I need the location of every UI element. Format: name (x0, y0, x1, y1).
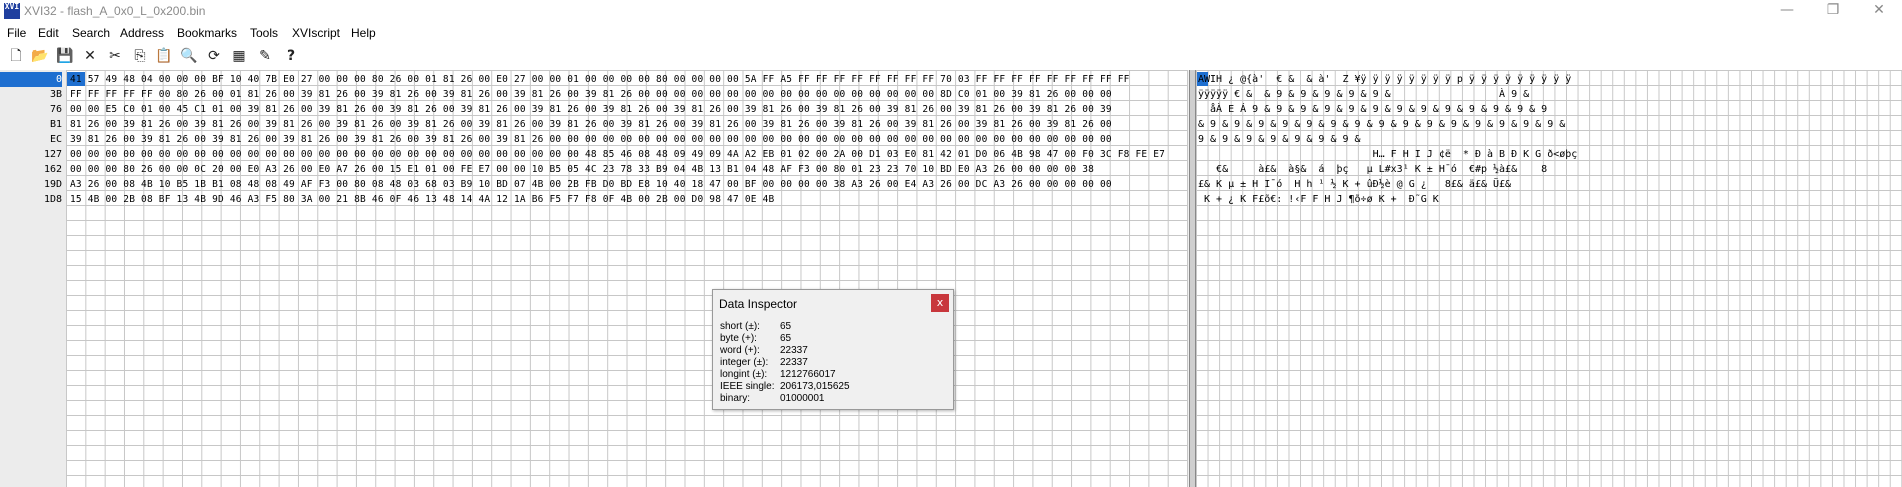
inspector-value[interactable]: 22337 (780, 357, 808, 369)
inspector-value[interactable]: 65 (780, 333, 791, 345)
text-row[interactable]: H… F H I J ¢ë * Ð à B Ð K G ð<øþç (1198, 147, 1902, 162)
menu-bookmarks[interactable]: Bookmarks (177, 26, 237, 40)
delete-icon[interactable]: ✕ (81, 47, 99, 65)
new-file-icon[interactable]: 🗋 (7, 47, 25, 65)
bookmark-icon[interactable]: ▦ (230, 47, 248, 65)
address-label: 1D8 (43, 194, 62, 205)
data-inspector-dialog: Data Inspector x short (±): 65 byte (+):… (712, 289, 954, 410)
inspector-label: longint (±): (720, 369, 768, 380)
text-row[interactable]: AWIH ¿ @{à' € & & à' Z ¥ÿ ÿ ÿ ÿ ÿ ÿ ÿ ÿ … (1198, 72, 1902, 87)
find-icon[interactable]: 🔍 (180, 47, 198, 65)
menu-search[interactable]: Search (72, 26, 110, 40)
app-icon: XVI (4, 3, 20, 19)
hex-row[interactable]: 00 00 E5 C0 01 00 45 C1 01 00 39 81 26 0… (70, 102, 1112, 117)
address-label: 0 (0, 72, 62, 87)
inspector-label: binary: (720, 393, 751, 404)
text-row[interactable]: & 9 & 9 & 9 & 9 & 9 & 9 & 9 & 9 & 9 & 9 … (1198, 117, 1902, 132)
find-replace-icon[interactable]: ⟳ (205, 47, 223, 65)
text-row[interactable]: €& à£& à§& á þç µ L#x3¹ K ± H¯ó €#p ½à£&… (1198, 162, 1902, 177)
dialog-title: Data Inspector (719, 297, 798, 311)
hex-row[interactable]: 39 81 26 00 39 81 26 00 39 81 26 00 39 8… (70, 132, 1112, 147)
save-icon[interactable]: 💾 (56, 47, 74, 65)
inspector-label: byte (+): (720, 333, 757, 344)
hex-row[interactable]: 00 00 00 00 00 00 00 00 00 00 00 00 00 0… (70, 147, 1165, 162)
pane-splitter[interactable] (1189, 70, 1196, 487)
toolbar: 🗋 📂 💾 ✕ ✂ ⎘ 📋 🔍 ⟳ ▦ ✎ ? (0, 43, 1902, 71)
text-row[interactable]: £& K µ ± H I¯ó H h ¹ ½ K + ûÐ½è @ G ¿ 8£… (1198, 177, 1902, 192)
inspector-value[interactable]: 65 (780, 321, 791, 333)
menu-bar: File Edit Search Address Bookmarks Tools… (0, 23, 1902, 43)
inspector-label: word (+): (720, 345, 760, 356)
inspector-value[interactable]: 206173,015625 (780, 381, 850, 393)
paste-icon[interactable]: 📋 (155, 47, 173, 65)
menu-help[interactable]: Help (351, 26, 376, 40)
inspector-label: IEEE single: (720, 381, 775, 392)
inspector-label: short (±): (720, 321, 760, 332)
inspector-body: short (±): 65 byte (+): 65 word (+): 223… (717, 319, 948, 405)
text-row[interactable]: 9 & 9 & 9 & 9 & 9 & 9 & 9 & (1198, 132, 1902, 147)
menu-file[interactable]: File (7, 26, 26, 40)
address-label: EC (49, 134, 62, 145)
copy-icon[interactable]: ⎘ (131, 47, 149, 65)
help-icon[interactable]: ? (282, 47, 300, 65)
hex-row[interactable]: 81 26 00 39 81 26 00 39 81 26 00 39 81 2… (70, 117, 1112, 132)
inspector-value[interactable]: 22337 (780, 345, 808, 357)
address-label: 127 (43, 149, 62, 160)
address-label: 19D (43, 179, 62, 190)
hex-row[interactable]: 41 57 49 48 04 00 00 00 BF 10 40 7B E0 2… (70, 72, 1130, 87)
hex-row[interactable]: A3 26 00 08 4B 10 B5 1B B1 08 48 08 49 A… (70, 177, 1112, 192)
address-label: 162 (43, 164, 62, 175)
inspector-label: integer (±): (720, 357, 769, 368)
maximize-button[interactable]: ❐ (1810, 0, 1856, 23)
text-row[interactable]: åÀ E Á 9 & 9 & 9 & 9 & 9 & 9 & 9 & 9 & 9… (1198, 102, 1902, 117)
window-title: XVI32 - flash_A_0x0_L_0x200.bin (24, 4, 206, 18)
inspector-value[interactable]: 01000001 (780, 393, 825, 405)
hex-row[interactable]: FF FF FF FF FF 00 80 26 00 01 81 26 00 3… (70, 87, 1112, 102)
close-window-button[interactable]: ✕ (1856, 0, 1902, 23)
inspector-value[interactable]: 1212766017 (780, 369, 836, 381)
script-icon[interactable]: ✎ (256, 47, 274, 65)
address-label: B1 (49, 119, 62, 130)
hex-row[interactable]: 15 4B 00 2B 08 BF 13 4B 9D 46 A3 F5 80 3… (70, 192, 774, 207)
address-label: 76 (49, 104, 62, 115)
address-label: 3B (49, 89, 62, 100)
menu-edit[interactable]: Edit (38, 26, 59, 40)
hex-row[interactable]: 00 00 00 80 26 00 00 0C 20 00 E0 A3 26 0… (70, 162, 1094, 177)
title-bar: XVI XVI32 - flash_A_0x0_L_0x200.bin — ❐ … (0, 0, 1902, 23)
menu-tools[interactable]: Tools (250, 26, 278, 40)
text-row[interactable]: ÿÿÿÿÿ € & & 9 & 9 & 9 & 9 & 9 & À 9 & (1198, 87, 1902, 102)
open-folder-icon[interactable]: 📂 (31, 47, 49, 65)
cut-icon[interactable]: ✂ (106, 47, 124, 65)
minimize-button[interactable]: — (1764, 0, 1810, 23)
text-row[interactable]: K + ¿ K F£õ€: !‹F F H J ¶õ÷ø K + Ð˜G K (1198, 192, 1902, 207)
menu-address[interactable]: Address (120, 26, 164, 40)
dialog-close-button[interactable]: x (931, 294, 949, 312)
menu-xviscript[interactable]: XVIscript (292, 26, 340, 40)
